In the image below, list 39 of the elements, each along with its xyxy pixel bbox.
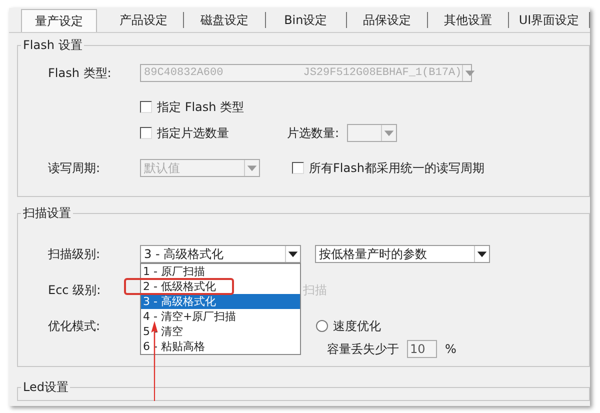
checkbox[interactable] [292, 162, 304, 174]
field-label: Ecc 级别: [48, 282, 102, 298]
tab[interactable]: 磁盘设定 [184, 12, 266, 28]
tab[interactable]: UI界面设定 [508, 12, 590, 28]
tab[interactable]: 量产设定 [21, 8, 98, 32]
unit-label: % [445, 342, 456, 356]
dropdown[interactable]: 按低格量产时的参数 [315, 245, 490, 263]
combo-value: 默认值 [144, 160, 180, 176]
field-label: Flash 类型: [48, 64, 112, 82]
field-label: 优化模式: [48, 318, 102, 334]
list-option[interactable]: 1 - 原厂扫描 [141, 264, 207, 279]
combo-value: 3 - 高级格式化 [144, 246, 224, 262]
dropdown-arrow-icon[interactable] [285, 246, 300, 262]
combo-value: JS29F512G08EBHAF_1(B17A) [303, 67, 462, 79]
checkbox[interactable] [140, 101, 152, 113]
tab[interactable]: 品保设定 [346, 12, 428, 28]
checkbox-label[interactable]: 指定片选数量 [157, 124, 229, 142]
tab[interactable]: 其他设置 [428, 12, 509, 28]
field-label: 读写周期: [48, 160, 102, 176]
group-title: Led设置 [22, 379, 70, 396]
checkbox[interactable] [140, 127, 152, 139]
checkbox-label[interactable]: 指定 Flash 类型 [157, 98, 244, 116]
field-label: 扫描级别: [48, 246, 102, 262]
combo-value: 按低格量产时的参数 [319, 246, 427, 262]
tab[interactable]: 产品设定 [103, 12, 184, 28]
radio-label[interactable]: 速度优化 [333, 318, 381, 334]
combo-value: 89C40832A600 [144, 67, 224, 79]
field-label: 容量丢失少于 [327, 340, 399, 358]
field-label: 片选数量: [287, 124, 340, 142]
dropdown-arrow-icon[interactable] [474, 246, 489, 262]
checkbox-label[interactable]: 所有Flash都采用统一的读写周期 [309, 160, 484, 176]
group-title: 扫描设置 [22, 205, 72, 222]
tab[interactable]: Bin设定 [266, 12, 347, 28]
radio-button[interactable] [316, 320, 328, 332]
dropdown[interactable]: 3 - 高级格式化 [140, 245, 301, 263]
list-option[interactable]: 4 - 清空+原厂扫描 [141, 309, 238, 324]
group-title: Flash 设置 [22, 37, 84, 54]
list-option[interactable]: 3 - 高级格式化 [141, 294, 300, 309]
list-option[interactable]: 2 - 低级格式化 [141, 279, 218, 294]
